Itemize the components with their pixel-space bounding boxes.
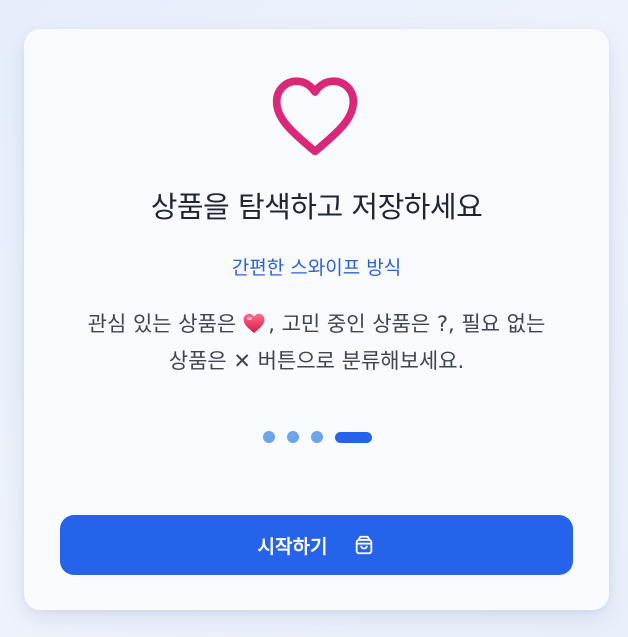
pagination-dot-4-active[interactable]	[335, 431, 372, 443]
pagination-dot-1[interactable]	[263, 431, 275, 443]
pagination-dot-3[interactable]	[311, 431, 323, 443]
description: 관심 있는 상품은 , 고민 중인 상품은 ?, 필요 없는 상품은 ✕ 버튼으…	[54, 306, 579, 380]
page-title: 상품을 탐색하고 저장하세요	[150, 190, 483, 224]
description-part-3: 상품은 ✕ 버튼으로 분류해보세요.	[168, 349, 465, 373]
description-part-2: , 고민 중인 상품은 ?, 필요 없는	[268, 312, 546, 336]
shopping-bag-icon	[356, 535, 373, 555]
heart-emoji-icon	[243, 313, 265, 333]
onboarding-card: 상품을 탐색하고 저장하세요 간편한 스와이프 방식 관심 있는 상품은 , 고…	[24, 29, 609, 610]
heart-icon	[272, 77, 358, 156]
pagination-dot-2[interactable]	[287, 431, 299, 443]
description-part-1: 관심 있는 상품은	[87, 312, 237, 336]
pagination-dots	[263, 431, 372, 443]
subtitle: 간편한 스와이프 방식	[231, 257, 402, 279]
start-button[interactable]: 시작하기	[60, 515, 573, 575]
start-button-label: 시작하기	[257, 535, 328, 558]
